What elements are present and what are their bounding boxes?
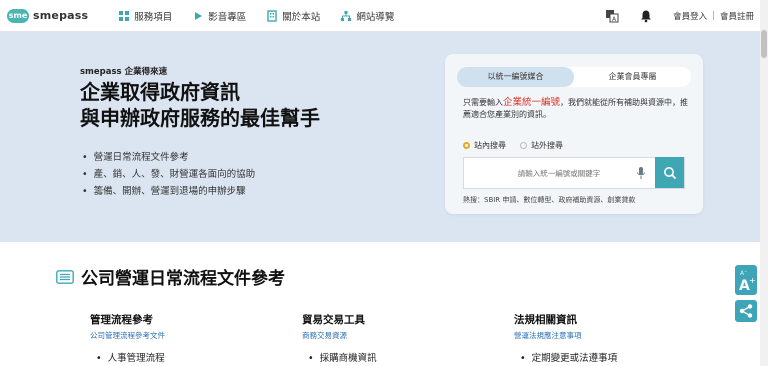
desc-prefix: 只需要輸入: [463, 98, 503, 107]
list-item: 籌備、開辦、營運到退場的申辦步驟: [82, 183, 255, 200]
header-actions: A 會員登入 | 會員註冊: [605, 0, 754, 31]
grid-icon: [119, 10, 130, 21]
font-size-button[interactable]: A⁻ A +: [735, 265, 757, 295]
search-scope: 站內搜尋 站外搜尋: [463, 140, 577, 151]
column-regulations: 法規相關資訊 營運法規應注意事項 定期變更或法遵事項: [514, 312, 674, 364]
nav-item-sitemap[interactable]: 網站導覽: [340, 9, 394, 23]
radio-internal[interactable]: 站內搜尋: [463, 140, 506, 151]
hero-title-line1: 企業取得政府資訊: [80, 80, 240, 104]
radio-external[interactable]: 站外搜尋: [520, 140, 563, 151]
radio-unselected-icon: [520, 142, 527, 149]
list-item[interactable]: 人事管理流程: [96, 350, 250, 364]
column-heading: 管理流程參考: [90, 314, 153, 326]
column-heading: 法規相關資訊: [514, 314, 577, 326]
column-subtitle-link[interactable]: 營運法規應注意事項: [514, 330, 674, 341]
hero-banner: smepass 企業得來速 企業取得政府資訊 與申辦政府服務的最佳幫手 營運日常…: [0, 32, 760, 242]
column-trade: 貿易交易工具 商務交易資源 採購商機資訊: [302, 312, 462, 364]
nav-label: 網站導覽: [356, 11, 395, 23]
radio-label: 站內搜尋: [474, 141, 506, 150]
login-link[interactable]: 會員登入: [673, 10, 707, 22]
share-icon: [739, 304, 753, 318]
divider: |: [712, 10, 715, 21]
hero-title: 企業取得政府資訊 與申辦政府服務的最佳幫手: [80, 79, 320, 131]
nav-item-videos[interactable]: 影音專區: [192, 9, 246, 23]
tab-tax-id-match[interactable]: 以統一編號媒合: [457, 67, 574, 87]
play-icon: [195, 11, 203, 20]
sitemap-icon: [341, 10, 352, 21]
nav-label: 關於本站: [282, 11, 321, 23]
logo-badge: sme: [7, 8, 29, 23]
bell-icon[interactable]: [639, 9, 653, 23]
search-box: [463, 157, 685, 189]
nav-label: 影音專區: [208, 11, 247, 23]
search-button[interactable]: [655, 157, 684, 188]
search-description: 只需要輸入企業統一編號，我們就能從所有補助與資源中，推薦適合您產業別的資訊。: [463, 97, 688, 121]
section-title-text: 公司營運日常流程文件參考: [81, 269, 285, 289]
nav-item-services[interactable]: 服務項目: [118, 9, 172, 23]
desc-highlight: 企業統一編號: [503, 97, 561, 108]
scrollbar[interactable]: [760, 0, 768, 366]
search-tabs: 以統一編號媒合 企業會員專屬: [457, 67, 691, 87]
nav-label: 服務項目: [134, 11, 173, 23]
column-heading: 貿易交易工具: [302, 314, 365, 326]
column-subtitle-link[interactable]: 公司管理流程參考文件: [90, 330, 250, 341]
search-input[interactable]: [464, 167, 636, 179]
column-management: 管理流程參考 公司管理流程參考文件 人事管理流程: [90, 312, 250, 364]
radio-selected-icon: [463, 142, 470, 149]
building-icon: [267, 9, 277, 22]
svg-text:+: +: [749, 276, 756, 285]
hero-title-line2: 與申辦政府服務的最佳幫手: [80, 106, 320, 130]
column-subtitle-link[interactable]: 商務交易資源: [302, 330, 462, 341]
svg-text:A⁻: A⁻: [740, 270, 747, 277]
register-link[interactable]: 會員註冊: [720, 10, 754, 22]
section-title: 公司營運日常流程文件參考: [56, 264, 285, 289]
search-card: 以統一編號媒合 企業會員專屬 只需要輸入企業統一編號，我們就能從所有補助與資源中…: [445, 54, 703, 214]
main-nav: 服務項目 影音專區 關於本站 網站導覽: [118, 9, 414, 23]
list-item[interactable]: 採購商機資訊: [308, 350, 462, 364]
list-item[interactable]: 定期變更或法遵事項: [520, 350, 674, 364]
site-logo[interactable]: sme smepass: [7, 8, 89, 23]
translate-icon[interactable]: A: [605, 9, 619, 23]
hero-tagline: smepass 企業得來速: [80, 67, 168, 77]
process-docs-section: 公司營運日常流程文件參考 管理流程參考 公司管理流程參考文件 人事管理流程 貿易…: [0, 242, 760, 366]
search-icon: [663, 166, 676, 179]
hot-search-keywords: 熱搜：SBIR 申請、數位轉型、政府補助資源、創業貸款: [463, 196, 636, 204]
microphone-icon[interactable]: [636, 166, 646, 180]
share-button[interactable]: [735, 300, 757, 322]
list-item: 營運日常流程文件參考: [82, 149, 255, 166]
hero-feature-list: 營運日常流程文件參考 產、銷、人、發、財營運各面向的協助 籌備、開辦、營運到退場…: [82, 149, 256, 200]
radio-label: 站外搜尋: [531, 141, 563, 150]
nav-item-about[interactable]: 關於本站: [266, 9, 320, 23]
logo-text: smepass: [33, 9, 89, 22]
list-item: 產、銷、人、發、財營運各面向的協助: [82, 166, 256, 183]
top-header: sme smepass 服務項目 影音專區 關於本站 網站導覽 A 會員登入 |…: [0, 0, 760, 32]
font-size-icon: A⁻A +: [739, 270, 756, 294]
scrollbar-thumb[interactable]: [761, 30, 767, 58]
tab-member-only[interactable]: 企業會員專屬: [574, 67, 691, 87]
document-list-icon: [56, 269, 74, 284]
